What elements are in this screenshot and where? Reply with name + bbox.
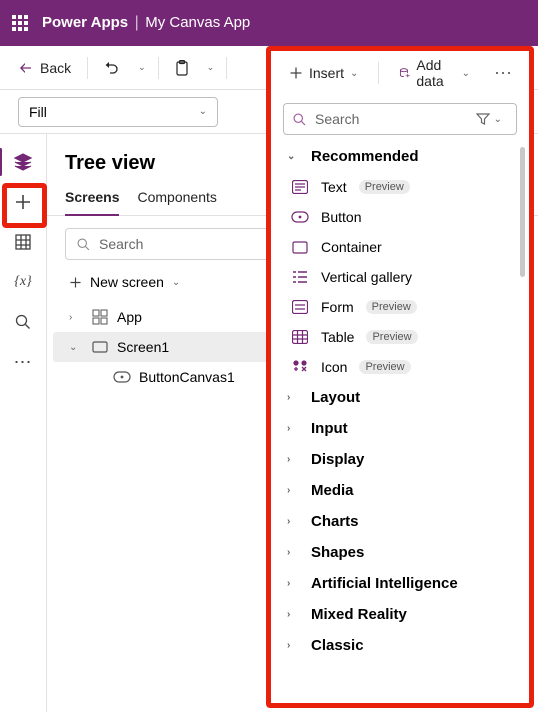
chevron-right-icon: › [287, 454, 301, 465]
search-icon [76, 237, 91, 252]
chevron-right-icon: › [287, 609, 301, 620]
insert-search[interactable]: Search ⌄ [283, 103, 517, 135]
undo-icon [104, 60, 120, 76]
insert-item-table[interactable]: Table Preview [283, 322, 517, 352]
rail-data[interactable] [5, 224, 41, 260]
insert-item-text[interactable]: Text Preview [283, 172, 517, 202]
clipboard-icon [175, 60, 189, 76]
chevron-down-icon: ⌄ [494, 114, 502, 125]
paste-button[interactable] [165, 54, 199, 82]
insert-item-vertical-gallery[interactable]: Vertical gallery [283, 262, 517, 292]
chevron-down-icon: ⌄ [350, 68, 358, 79]
arrow-left-icon [18, 60, 34, 76]
category-media[interactable]: ›Media [283, 475, 517, 506]
paste-dropdown[interactable]: ⌄ [201, 58, 221, 77]
back-button[interactable]: Back [8, 54, 81, 82]
scrollbar[interactable] [520, 147, 525, 277]
add-data-button[interactable]: Add data ⌄ [389, 51, 480, 95]
button-icon [113, 371, 131, 383]
category-ai[interactable]: ›Artificial Intelligence [283, 568, 517, 599]
plus-icon [69, 276, 82, 289]
insert-item-form[interactable]: Form Preview [283, 292, 517, 322]
category-charts[interactable]: ›Charts [283, 506, 517, 537]
undo-dropdown[interactable]: ⌄ [132, 58, 152, 77]
rail-tree-view[interactable] [5, 144, 41, 180]
category-recommended[interactable]: ⌄ Recommended [283, 141, 517, 172]
data-icon [399, 65, 410, 81]
chevron-right-icon: › [287, 485, 301, 496]
text-icon [291, 178, 309, 196]
chevron-down-icon: ⌄ [69, 342, 83, 353]
preview-badge: Preview [366, 330, 417, 344]
table-icon [291, 328, 309, 346]
search-icon [292, 112, 307, 127]
screen-icon [91, 341, 109, 353]
chevron-down-icon: ⌄ [199, 106, 207, 117]
plus-icon [289, 66, 303, 80]
left-rail: {x} ⋯ [0, 134, 47, 712]
category-display[interactable]: ›Display [283, 444, 517, 475]
category-input[interactable]: ›Input [283, 413, 517, 444]
chevron-down-icon: ⌄ [172, 277, 180, 288]
rail-variables[interactable]: {x} [5, 264, 41, 300]
form-icon [291, 298, 309, 316]
chevron-right-icon: › [287, 640, 301, 651]
chevron-right-icon: › [287, 392, 301, 403]
plus-icon [14, 193, 32, 211]
rail-more[interactable]: ⋯ [5, 344, 41, 380]
chevron-right-icon: › [287, 578, 301, 589]
tab-screens[interactable]: Screens [65, 189, 119, 215]
category-layout[interactable]: ›Layout [283, 382, 517, 413]
preview-badge: Preview [366, 300, 417, 314]
rail-insert[interactable] [5, 184, 41, 220]
search-icon [14, 313, 32, 331]
category-mixed-reality[interactable]: ›Mixed Reality [283, 599, 517, 630]
insert-item-icon[interactable]: Icon Preview [283, 352, 517, 382]
undo-button[interactable] [94, 54, 130, 82]
filter-button[interactable]: ⌄ [470, 112, 508, 126]
chevron-right-icon: › [287, 516, 301, 527]
button-icon [291, 208, 309, 226]
app-icon [91, 309, 109, 325]
chevron-right-icon: › [287, 423, 301, 434]
filter-icon [476, 112, 490, 126]
chevron-down-icon: ⌄ [287, 151, 301, 162]
chevron-down-icon: ⌄ [462, 68, 470, 79]
insert-item-button[interactable]: Button [283, 202, 517, 232]
insert-panel: Insert ⌄ Add data ⌄ ⋯ Search ⌄ ⌄ Recomme… [266, 46, 534, 708]
preview-badge: Preview [359, 360, 410, 374]
chevron-right-icon: › [69, 312, 83, 323]
preview-badge: Preview [359, 180, 410, 194]
tab-components[interactable]: Components [137, 189, 216, 215]
insert-item-container[interactable]: Container [283, 232, 517, 262]
container-icon [291, 238, 309, 256]
category-shapes[interactable]: ›Shapes [283, 537, 517, 568]
property-select[interactable]: Fill ⌄ [18, 97, 218, 127]
waffle-icon[interactable] [12, 15, 28, 31]
gallery-icon [291, 268, 309, 286]
insert-button[interactable]: Insert ⌄ [279, 59, 368, 87]
icon-icon [291, 358, 309, 376]
rail-search[interactable] [5, 304, 41, 340]
category-classic[interactable]: ›Classic [283, 630, 517, 661]
product-title: Power Apps | My Canvas App [42, 14, 250, 32]
chevron-right-icon: › [287, 547, 301, 558]
layers-icon [13, 152, 33, 172]
more-button[interactable]: ⋯ [486, 63, 521, 84]
grid-icon [14, 233, 32, 251]
app-header: Power Apps | My Canvas App [0, 0, 538, 46]
